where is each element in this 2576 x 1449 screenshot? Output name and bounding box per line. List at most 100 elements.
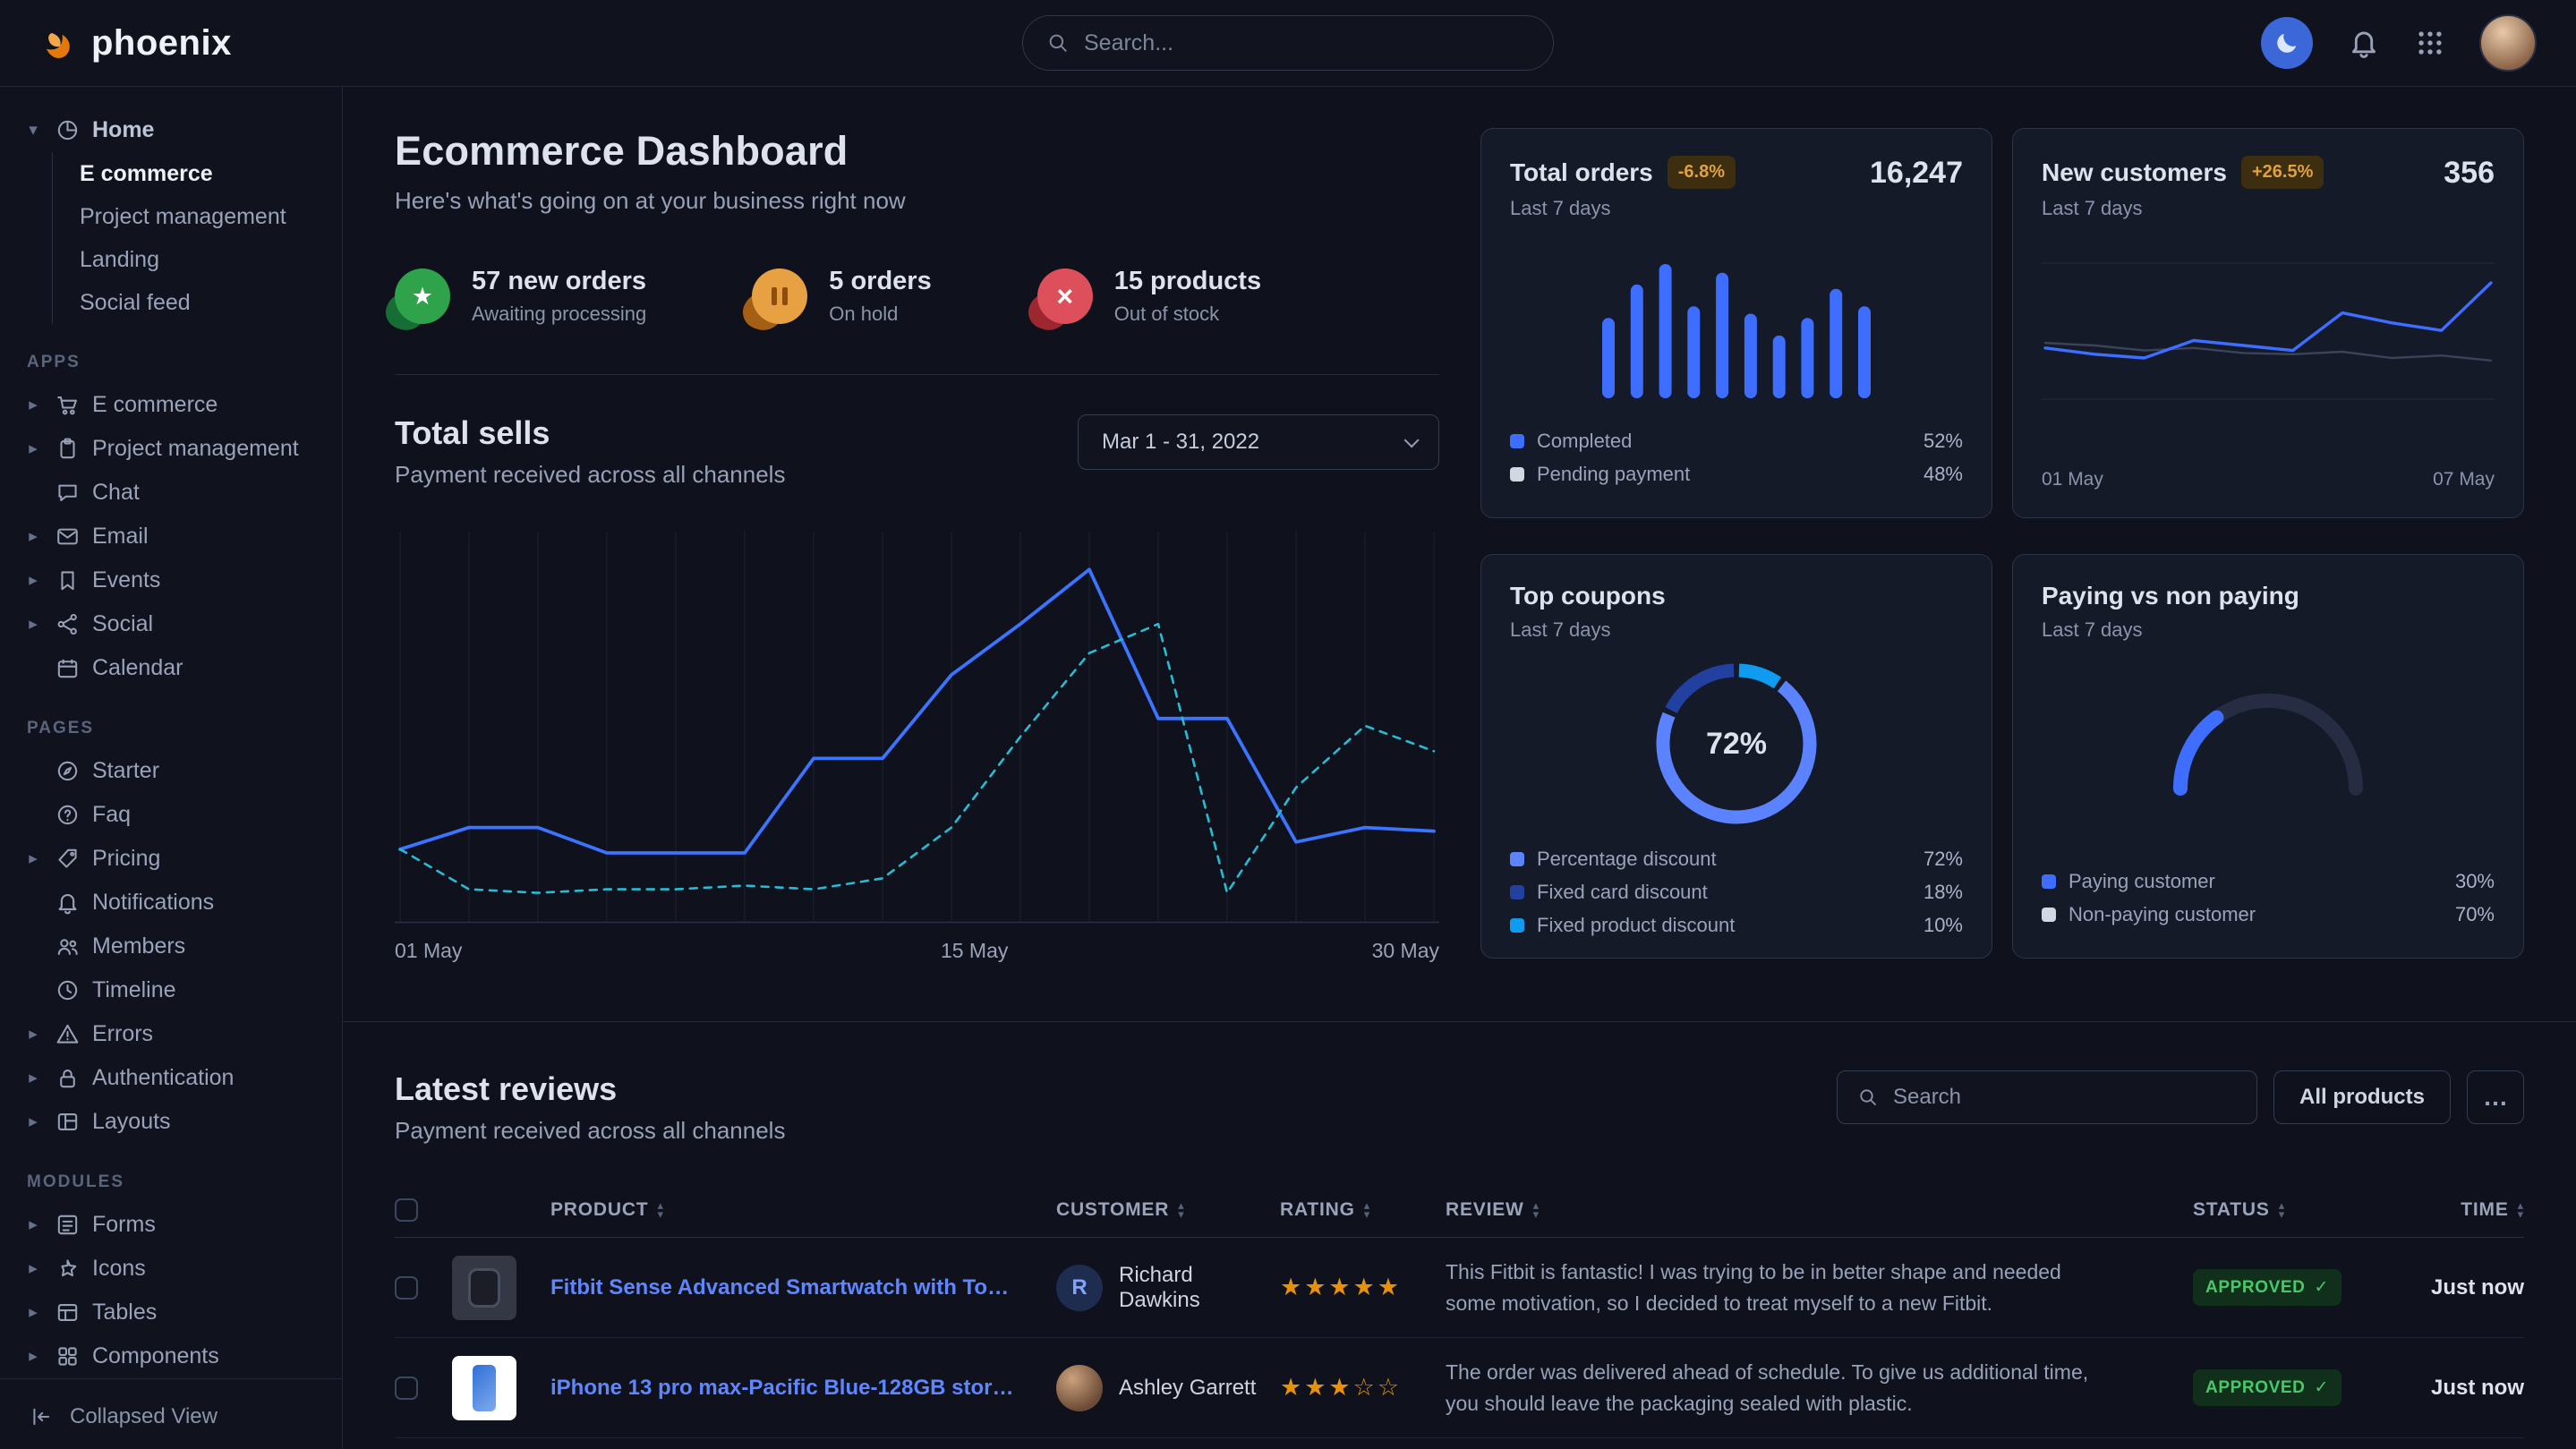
- axis-label: 01 May: [2042, 469, 2103, 490]
- all-products-button[interactable]: All products: [2273, 1070, 2451, 1124]
- row-checkbox[interactable]: [395, 1377, 418, 1400]
- legend-swatch: [1510, 885, 1524, 899]
- sidebar-item-faq[interactable]: Faq: [23, 793, 319, 837]
- sidebar-item-tables[interactable]: ▸ Tables: [23, 1291, 319, 1334]
- stat-new-orders: ★ 57 new orders Awaiting processing: [395, 267, 646, 326]
- sidebar-subitem-landing[interactable]: Landing: [80, 238, 319, 281]
- sidebar-item-layouts[interactable]: ▸ Layouts: [23, 1100, 319, 1144]
- chevron-right-icon: ▸: [23, 1068, 43, 1088]
- sidebar-item-label: Home: [92, 117, 154, 143]
- trend-badge: +26.5%: [2241, 156, 2324, 189]
- global-search-input[interactable]: [1084, 30, 1530, 56]
- card-title: Top coupons: [1510, 582, 1666, 609]
- kpi-cards: Total orders -6.8% Last 7 days 16,247: [1480, 128, 2524, 969]
- customer-avatar[interactable]: R: [1056, 1265, 1103, 1311]
- sidebar-item-icons[interactable]: ▸ Icons: [23, 1247, 319, 1291]
- x-axis-labels: 01 May 07 May: [2042, 469, 2495, 490]
- sidebar-subitem-label: Project management: [80, 204, 286, 230]
- sidebar-item-components[interactable]: ▸ Components: [23, 1334, 319, 1378]
- notifications-button[interactable]: [2347, 26, 2381, 60]
- compass-icon: [55, 758, 81, 784]
- sidebar-item-label: Chat: [92, 480, 140, 506]
- sidebar-subitem-ecommerce[interactable]: E commerce: [80, 152, 319, 195]
- collapse-sidebar-button[interactable]: Collapsed View: [0, 1378, 342, 1449]
- sidebar-subitem-social-feed[interactable]: Social feed: [80, 281, 319, 324]
- sidebar-item-home[interactable]: ▾ Home: [23, 108, 319, 152]
- sidebar-item-starter[interactable]: Starter: [23, 749, 319, 793]
- sidebar-item-email[interactable]: ▸ Email: [23, 515, 319, 558]
- column-header-product[interactable]: PRODUCT ▴▾: [550, 1199, 1056, 1221]
- sidebar-item-timeline[interactable]: Timeline: [23, 968, 319, 1012]
- sidebar-item-pricing[interactable]: ▸ Pricing: [23, 837, 319, 881]
- sidebar-subitem-label: Landing: [80, 247, 159, 273]
- total-sells-chart: 01 May 15 May 30 May: [395, 528, 1439, 969]
- user-avatar[interactable]: [2479, 14, 2537, 72]
- column-header-status[interactable]: STATUS ▴▾: [2193, 1199, 2408, 1221]
- sidebar-item-notifications[interactable]: Notifications: [23, 881, 319, 925]
- sidebar-item-members[interactable]: Members: [23, 925, 319, 968]
- sidebar-item-social[interactable]: ▸ Social: [23, 602, 319, 646]
- chevron-right-icon: ▸: [23, 570, 43, 591]
- sidebar-subitem-label: E commerce: [80, 161, 213, 187]
- row-checkbox[interactable]: [395, 1276, 418, 1300]
- moon-icon: [2273, 30, 2300, 56]
- column-header-review[interactable]: REVIEW ▴▾: [1446, 1199, 2193, 1221]
- customer-cell: Ashley Garrett: [1056, 1365, 1280, 1411]
- product-link[interactable]: Fitbit Sense Advanced Smartwatch with To…: [550, 1275, 1056, 1300]
- legend-value: 18%: [1923, 881, 1963, 904]
- cart-icon: [55, 392, 81, 418]
- more-options-button[interactable]: …: [2467, 1070, 2524, 1124]
- legend-swatch: [1510, 467, 1524, 482]
- brand-logo[interactable]: phoenix: [39, 23, 232, 64]
- stat-caption: Out of stock: [1114, 303, 1261, 326]
- column-header-customer[interactable]: CUSTOMER ▴▾: [1056, 1199, 1280, 1221]
- sidebar-item-forms[interactable]: ▸ Forms: [23, 1203, 319, 1247]
- sidebar-item-chat[interactable]: Chat: [23, 471, 319, 515]
- column-header-time[interactable]: TIME ▴▾: [2408, 1199, 2524, 1221]
- sidebar-item-authentication[interactable]: ▸ Authentication: [23, 1056, 319, 1100]
- product-thumbnail[interactable]: [452, 1256, 516, 1320]
- date-range-value: Mar 1 - 31, 2022: [1102, 430, 1259, 455]
- card-title: Total orders: [1510, 158, 1653, 187]
- chevron-down-icon: ▾: [23, 120, 43, 141]
- collapse-label: Collapsed View: [70, 1404, 218, 1429]
- total-orders-card: Total orders -6.8% Last 7 days 16,247: [1480, 128, 1992, 518]
- legend-row: Fixed product discount 10%: [1510, 908, 1963, 942]
- status-label: APPROVED: [2205, 1278, 2305, 1298]
- sidebar-item-ecommerce[interactable]: ▸ E commerce: [23, 383, 319, 427]
- product-link[interactable]: iPhone 13 pro max-Pacific Blue-128GB sto…: [550, 1376, 1056, 1401]
- reviews-search[interactable]: [1837, 1070, 2257, 1124]
- theme-toggle-button[interactable]: [2261, 17, 2313, 69]
- sidebar-item-label: E commerce: [92, 392, 218, 418]
- column-header-rating[interactable]: RATING ▴▾: [1280, 1199, 1446, 1221]
- bookmark-icon: [55, 567, 81, 593]
- reviews-search-input[interactable]: [1893, 1085, 2237, 1110]
- chat-icon: [55, 480, 81, 506]
- apps-menu-button[interactable]: [2415, 28, 2445, 58]
- stat-out-of-stock: × 15 products Out of stock: [1037, 267, 1261, 326]
- sidebar-subitem-project-management[interactable]: Project management: [80, 195, 319, 238]
- sidebar-item-events[interactable]: ▸ Events: [23, 558, 319, 602]
- sidebar-item-label: Tables: [92, 1300, 157, 1325]
- flame-logo-icon: [39, 24, 77, 62]
- app-root: phoenix ▾ Home: [0, 0, 2576, 1449]
- card-value: 356: [2444, 156, 2495, 191]
- on-hold-icon: [752, 268, 807, 324]
- sidebar-item-label: Calendar: [92, 655, 183, 681]
- sidebar-item-calendar[interactable]: Calendar: [23, 646, 319, 690]
- date-range-select[interactable]: Mar 1 - 31, 2022: [1078, 414, 1439, 470]
- product-thumbnail[interactable]: [452, 1356, 516, 1420]
- select-all-checkbox[interactable]: [395, 1198, 418, 1222]
- sidebar-item-errors[interactable]: ▸ Errors: [23, 1012, 319, 1056]
- legend-swatch: [1510, 852, 1524, 866]
- axis-label: 30 May: [1372, 939, 1439, 963]
- legend-swatch: [2042, 874, 2056, 889]
- customer-avatar[interactable]: [1056, 1365, 1103, 1411]
- legend-swatch: [1510, 918, 1524, 933]
- sidebar-item-label: Email: [92, 524, 149, 550]
- global-search[interactable]: [1022, 15, 1554, 71]
- legend-swatch: [2042, 908, 2056, 922]
- sidebar-item-project-management[interactable]: ▸ Project management: [23, 427, 319, 471]
- column-label: PRODUCT: [550, 1199, 648, 1221]
- star-icon: ★: [395, 268, 450, 324]
